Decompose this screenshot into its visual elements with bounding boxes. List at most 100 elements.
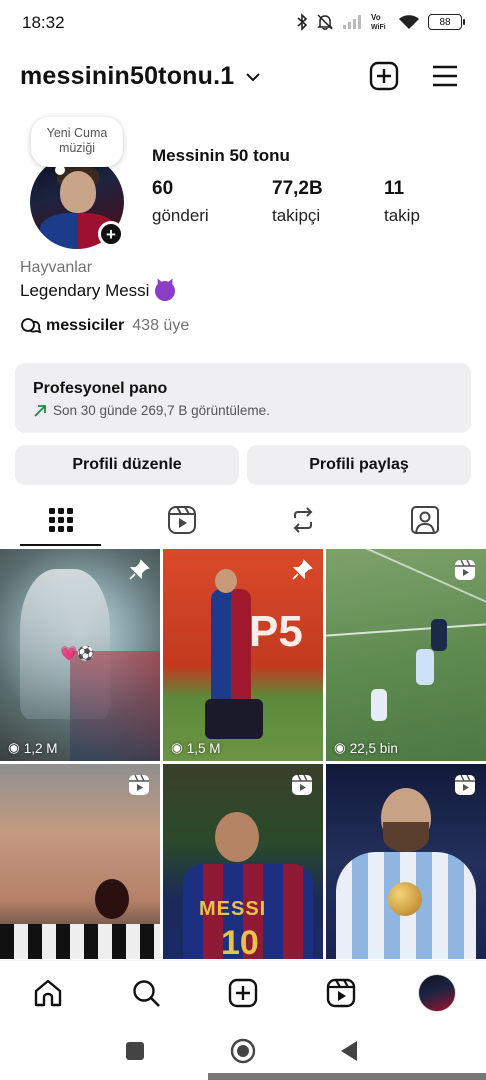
back-button[interactable]: [334, 1036, 364, 1066]
plus-icon: +: [106, 224, 116, 244]
share-profile-button[interactable]: Profili paylaş: [247, 445, 471, 485]
post-tile[interactable]: P5 ◉ 1,5 M: [163, 549, 323, 761]
eye-icon: ◉: [334, 740, 346, 755]
view-count: ◉ 22,5 bin: [334, 740, 398, 756]
battery-level: 88: [439, 16, 451, 28]
nav-search[interactable]: [126, 973, 166, 1013]
post-tile[interactable]: [326, 764, 486, 959]
view-count: ◉ 1,2 M: [8, 740, 58, 756]
gesture-bar: [208, 1073, 486, 1080]
bio-text: Legendary Messi: [20, 281, 150, 300]
profile-header: messinin50tonu.1: [0, 56, 486, 100]
profile-avatar: [418, 974, 456, 1012]
reels-icon: [455, 559, 475, 580]
create-icon: [228, 978, 258, 1008]
tab-tagged[interactable]: [364, 495, 485, 545]
profile-category: Hayvanlar: [20, 259, 93, 276]
pin-icon: [129, 559, 150, 580]
system-nav-bar: [0, 1022, 486, 1080]
background-lettering: P5: [249, 607, 303, 656]
stat-label: takipçi: [272, 206, 321, 225]
dashboard-title: Profesyonel pano: [33, 380, 168, 397]
stat-label: gönderi: [152, 206, 209, 225]
search-icon: [133, 980, 160, 1007]
nav-reels[interactable]: [321, 973, 361, 1013]
eye-icon: ◉: [171, 740, 183, 755]
svg-text:WiFi: WiFi: [371, 24, 386, 31]
nav-profile[interactable]: [417, 973, 457, 1013]
tab-grid[interactable]: [0, 495, 121, 545]
stat-posts[interactable]: 60 gönderi: [152, 178, 209, 226]
menu-icon: [433, 65, 457, 87]
vowifi-icon: Vo WiFi: [371, 13, 386, 31]
channel-name: messiciler: [46, 317, 125, 334]
username-switcher[interactable]: messinin50tonu.1: [20, 62, 261, 91]
edit-profile-button[interactable]: Profili düzenle: [15, 445, 239, 485]
new-post-icon: [369, 61, 399, 91]
post-tile[interactable]: MESSI 10: [163, 764, 323, 959]
bottom-nav: [0, 960, 486, 1022]
username: messinin50tonu.1: [20, 62, 235, 90]
devil-face-emoji: [155, 281, 176, 301]
mute-icon: [317, 14, 333, 30]
post-emoji: 💗⚽: [60, 645, 95, 661]
reels-icon: [292, 774, 312, 795]
dashboard-subtitle: Son 30 günde 269,7 B görüntüleme.: [53, 403, 270, 418]
trend-up-icon: [34, 404, 46, 417]
grid-icon: [48, 508, 73, 532]
bluetooth-icon: [297, 13, 308, 31]
back-icon: [341, 1041, 357, 1061]
new-post-button[interactable]: [368, 60, 400, 92]
wifi-icon: [399, 15, 419, 29]
add-story-button[interactable]: +: [98, 221, 124, 247]
eye-icon: ◉: [8, 740, 20, 755]
battery-icon: 88: [428, 14, 465, 30]
post-tile[interactable]: ◉ 22,5 bin: [326, 549, 486, 761]
professional-dashboard[interactable]: Profesyonel pano Son 30 günde 269,7 B gö…: [15, 363, 471, 433]
system-home-button[interactable]: [228, 1036, 258, 1066]
svg-text:Vo: Vo: [371, 13, 381, 22]
post-tile[interactable]: 💗⚽ ◉ 1,2 M: [0, 549, 160, 761]
reels-icon: [326, 978, 356, 1008]
tab-indicator: [20, 544, 101, 546]
post-grid: 💗⚽ ◉ 1,2 M P5 ◉ 1,5 M ◉ 22,5 bin MESSI 10: [0, 549, 486, 959]
chevron-down-icon: [246, 72, 261, 81]
tab-reposts[interactable]: [242, 495, 363, 545]
profile-bio: Legendary Messi: [20, 281, 176, 301]
profile-avatar[interactable]: +: [30, 155, 124, 249]
status-time: 18:32: [22, 13, 65, 32]
nav-home[interactable]: [28, 973, 68, 1013]
channel-members: 438 üye: [132, 317, 190, 334]
stat-label: takip: [384, 206, 420, 225]
status-icons: Vo WiFi 88: [296, 12, 465, 32]
repost-icon: [293, 507, 312, 533]
home-icon: [34, 979, 62, 1007]
home-circle-icon: [230, 1038, 256, 1064]
view-count: ◉ 1,5 M: [171, 740, 221, 756]
stat-followers[interactable]: 77,2B takipçi: [272, 178, 323, 226]
profile-tabs: [0, 495, 486, 547]
broadcast-channel[interactable]: messiciler 438 üye: [20, 316, 189, 336]
tab-reels[interactable]: [121, 495, 242, 545]
dashboard-subtitle-row: Son 30 günde 269,7 B görüntüleme.: [33, 403, 453, 418]
channel-icon: [21, 318, 42, 334]
jersey-name: MESSI: [199, 898, 267, 920]
stat-following[interactable]: 11 takip: [384, 178, 420, 226]
stat-value: 77,2B: [272, 178, 323, 199]
note-bubble[interactable]: Yeni Cuma müziği: [31, 117, 123, 175]
post-tile[interactable]: [0, 764, 160, 959]
reels-icon: [167, 506, 196, 534]
recents-button[interactable]: [120, 1036, 150, 1066]
reels-icon: [455, 774, 475, 795]
stat-value: 60: [152, 178, 174, 199]
reels-icon: [129, 774, 149, 795]
signal-icon: [343, 15, 361, 29]
nav-create[interactable]: [223, 973, 263, 1013]
recents-icon: [126, 1042, 144, 1060]
display-name: Messinin 50 tonu: [152, 146, 290, 165]
menu-button[interactable]: [429, 60, 461, 92]
jersey-number: 10: [221, 924, 259, 959]
tagged-icon: [410, 506, 439, 534]
pin-icon: [292, 559, 313, 580]
stat-value: 11: [384, 178, 405, 199]
